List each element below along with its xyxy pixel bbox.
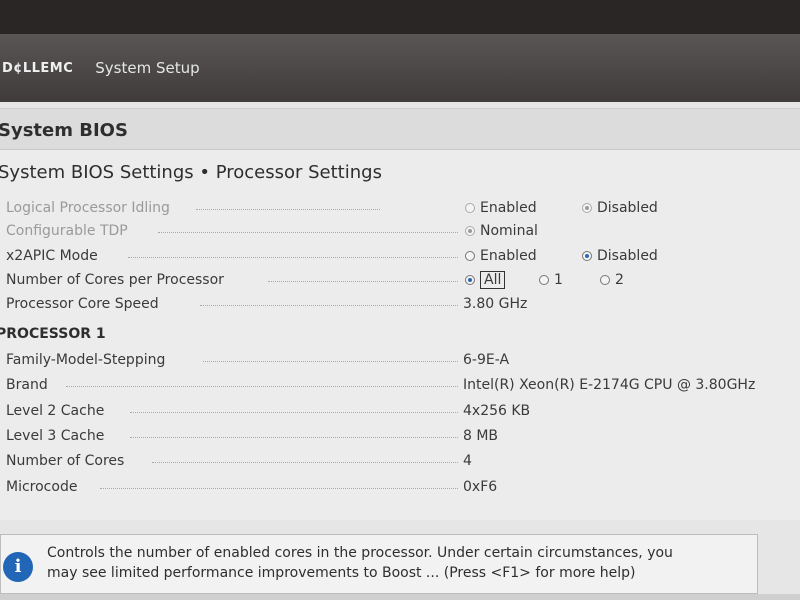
- radio-label: 2: [615, 272, 624, 288]
- radio-label: All: [480, 271, 506, 289]
- dot-leader: [130, 436, 458, 438]
- radio-label: Disabled: [597, 200, 658, 216]
- setting-processor-core-speed: Processor Core Speed 3.80 GHz: [6, 293, 800, 315]
- radio-logical-idling-disabled[interactable]: Disabled: [582, 200, 658, 216]
- radio-circle-icon: [539, 275, 549, 285]
- processor-group-heading: PROCESSOR 1: [0, 326, 106, 342]
- radio-label: 1: [554, 272, 563, 288]
- setting-configurable-tdp: Configurable TDP Nominal: [6, 220, 800, 242]
- breadcrumb: System BIOS Settings • Processor Setting…: [0, 162, 382, 183]
- info-row: Number of Cores 4: [6, 450, 800, 472]
- help-text: Controls the number of enabled cores in …: [47, 543, 747, 583]
- radio-label: Nominal: [480, 223, 538, 239]
- dot-leader: [200, 304, 458, 306]
- bottom-strip: [0, 594, 800, 600]
- radio-circle-icon: [465, 203, 475, 213]
- info-value: 6-9E-A: [463, 352, 510, 368]
- info-icon: i: [3, 552, 33, 582]
- app-title: System Setup: [95, 59, 200, 77]
- info-value: 4: [463, 453, 472, 469]
- dot-leader: [203, 360, 458, 362]
- page-title-band: System BIOS: [0, 108, 800, 150]
- help-panel: i Controls the number of enabled cores i…: [0, 534, 758, 594]
- radio-circle-icon: [582, 203, 592, 213]
- dot-leader: [268, 280, 458, 282]
- radio-circle-icon: [465, 275, 475, 285]
- radio-circle-icon: [465, 251, 475, 261]
- radio-cores-1[interactable]: 1: [539, 272, 563, 288]
- info-value: 4x256 KB: [463, 403, 531, 419]
- info-row: Microcode 0xF6: [6, 476, 800, 498]
- setting-cores-per-processor: Number of Cores per Processor All 1 2: [6, 269, 800, 291]
- info-value: 0xF6: [463, 479, 498, 495]
- help-line: Controls the number of enabled cores in …: [47, 545, 673, 561]
- header-bar: D¢LLEMC System Setup: [0, 34, 800, 102]
- radio-label: Enabled: [480, 248, 537, 264]
- setting-value: 3.80 GHz: [463, 296, 528, 312]
- setting-label: Configurable TDP: [6, 223, 128, 239]
- dot-leader: [130, 411, 458, 413]
- radio-circle-icon: [600, 275, 610, 285]
- info-label: Family-Model-Stepping: [6, 352, 166, 368]
- radio-tdp-nominal[interactable]: Nominal: [465, 223, 538, 239]
- settings-panel: System BIOS Settings • Processor Setting…: [0, 150, 800, 520]
- info-row: Brand Intel(R) Xeon(R) E-2174G CPU @ 3.8…: [6, 374, 800, 396]
- setting-logical-processor-idling: Logical Processor Idling Enabled Disable…: [6, 197, 800, 219]
- dot-leader: [66, 385, 458, 387]
- radio-cores-2[interactable]: 2: [600, 272, 624, 288]
- radio-circle-icon: [465, 226, 475, 236]
- dot-leader: [128, 256, 458, 258]
- info-label: Microcode: [6, 479, 78, 495]
- dot-leader: [152, 461, 458, 463]
- setting-x2apic-mode: x2APIC Mode Enabled Disabled: [6, 245, 800, 267]
- brand-logo: D¢LLEMC: [2, 60, 74, 76]
- setting-label: Processor Core Speed: [6, 296, 159, 312]
- info-label: Level 2 Cache: [6, 403, 105, 419]
- dot-leader: [158, 231, 458, 233]
- setting-label: x2APIC Mode: [6, 248, 98, 264]
- info-label: Level 3 Cache: [6, 428, 105, 444]
- setting-label: Number of Cores per Processor: [6, 272, 224, 288]
- page-title: System BIOS: [0, 120, 128, 141]
- setting-label: Logical Processor Idling: [6, 200, 170, 216]
- info-value: 8 MB: [463, 428, 499, 444]
- radio-logical-idling-enabled[interactable]: Enabled: [465, 200, 537, 216]
- info-row: Family-Model-Stepping 6-9E-A: [6, 349, 800, 371]
- info-row: Level 3 Cache 8 MB: [6, 425, 800, 447]
- radio-x2apic-disabled[interactable]: Disabled: [582, 248, 658, 264]
- radio-circle-icon: [582, 251, 592, 261]
- dot-leader: [196, 208, 380, 210]
- radio-label: Disabled: [597, 248, 658, 264]
- info-row: Level 2 Cache 4x256 KB: [6, 400, 800, 422]
- radio-label: Enabled: [480, 200, 537, 216]
- dot-leader: [100, 487, 458, 489]
- radio-cores-all[interactable]: All: [465, 271, 506, 289]
- radio-x2apic-enabled[interactable]: Enabled: [465, 248, 537, 264]
- info-label: Brand: [6, 377, 48, 393]
- info-value: Intel(R) Xeon(R) E-2174G CPU @ 3.80GHz: [463, 377, 756, 393]
- monitor-bezel: [0, 0, 800, 34]
- help-line: may see limited performance improvements…: [47, 565, 636, 581]
- info-label: Number of Cores: [6, 453, 125, 469]
